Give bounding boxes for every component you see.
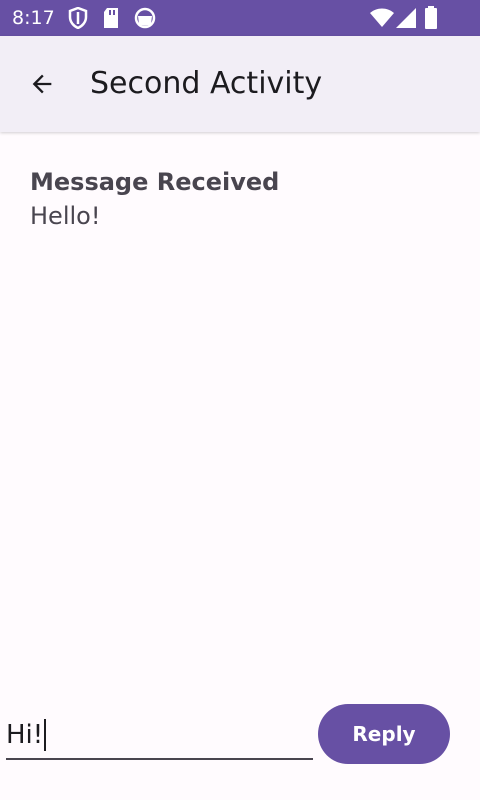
sd-card-icon — [102, 0, 120, 36]
status-time: 8:17 — [12, 7, 55, 29]
message-heading: Message Received — [30, 168, 280, 196]
cellular-signal-icon — [395, 0, 417, 36]
message-text: Hello! — [30, 202, 101, 230]
page-title: Second Activity — [90, 66, 323, 101]
battery-icon — [424, 0, 438, 36]
wifi-icon — [369, 0, 395, 36]
back-button[interactable] — [18, 60, 66, 108]
reply-button[interactable]: Reply — [318, 704, 450, 764]
text-caret — [44, 719, 47, 751]
message-section: Message Received Hello! — [30, 166, 450, 234]
reply-button-label: Reply — [352, 722, 416, 746]
circle-app-icon — [134, 0, 156, 36]
status-bar: 8:17 — [0, 0, 480, 36]
app-bar: Second Activity — [0, 36, 480, 132]
reply-input[interactable]: Hi! — [6, 712, 313, 760]
shield-icon — [68, 0, 88, 36]
arrow-back-icon — [32, 74, 52, 94]
reply-input-value: Hi! — [6, 720, 44, 750]
